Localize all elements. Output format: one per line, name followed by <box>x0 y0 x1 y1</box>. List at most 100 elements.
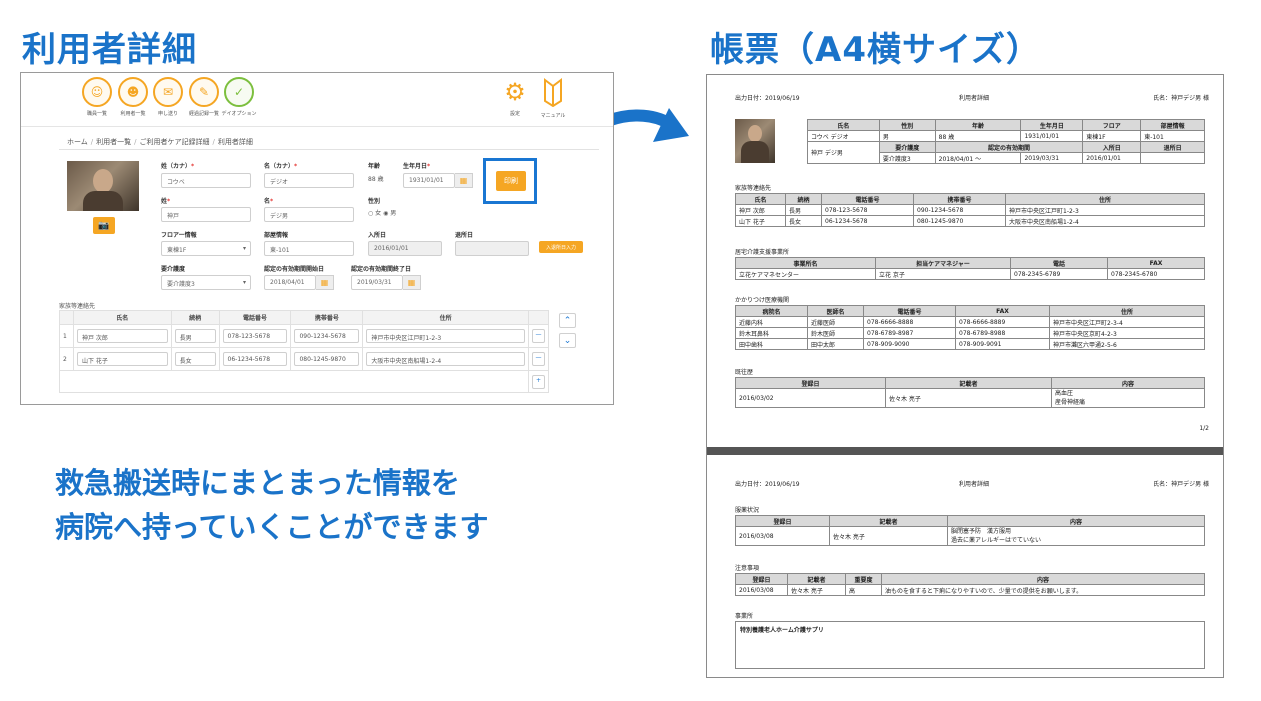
table-header: 氏名 性別 年齢 生年月日 フロア 部屋情報 <box>807 119 1205 131</box>
room-label: 部屋情報 <box>264 232 289 239</box>
office-box: 特別養護老人ホーム介護サプリ <box>735 621 1205 669</box>
header-cell: 記載者 <box>885 377 1052 389</box>
cell: 078-6666-8889 <box>955 316 1050 328</box>
report-title: 利用者詳細 <box>959 481 990 488</box>
admit-discharge-button[interactable]: 入退所日入力 <box>539 241 583 253</box>
floor-select[interactable]: 東棟1F ▾ <box>161 241 251 256</box>
move-down-button[interactable]: ⌄ <box>559 333 576 348</box>
mei-kana-input[interactable]: デジオ <box>264 173 354 188</box>
valid-end-input[interactable]: 2019/03/31 <box>351 275 403 290</box>
radio-female[interactable]: ○ <box>368 210 373 217</box>
admit-label: 入所日 <box>368 232 387 239</box>
admit-input: 2016/01/01 <box>368 241 442 256</box>
cell: 東-101 <box>1140 130 1205 142</box>
move-up-button[interactable]: ⌃ <box>559 313 576 328</box>
family-mobile-input[interactable]: 090-1234-5678 <box>294 329 360 343</box>
header-cell: 登録日 <box>735 377 886 389</box>
mei-input[interactable]: デジ男 <box>264 207 354 222</box>
table-row: 鈴木耳鼻科 鈴木医師 078-6789-8987 078-6789-8988 神… <box>735 327 1205 339</box>
row-number: 1 <box>59 324 74 348</box>
nav-label: 申し送り <box>157 111 178 117</box>
family-tel-input[interactable]: 078-123-5678 <box>222 329 288 343</box>
camera-icon: 📷 <box>98 220 110 231</box>
cell: 長男 <box>785 204 822 216</box>
camera-button[interactable]: 📷 <box>93 217 115 234</box>
cell: 078-6789-8987 <box>863 327 956 339</box>
sei-kana-input[interactable]: コウベ <box>161 173 251 188</box>
calendar-icon[interactable]: ▦ <box>316 275 334 290</box>
clinic-table: 病院名 医師名 電話番号 FAX 住所 近藤内科 近藤医師 078-6666-8… <box>735 305 1205 350</box>
nav-handover[interactable]: ✉ 申し送り <box>148 77 188 117</box>
header-cell: 部屋情報 <box>1140 119 1205 131</box>
clinic-label: かかりつけ医療機関 <box>735 297 790 304</box>
cell: 油ものを食すると下痢になりやすいので、少量での提供をお願いします。 <box>881 584 1205 596</box>
family-section-label: 家族等連絡先 <box>59 303 96 310</box>
radio-male[interactable]: ◉ <box>383 210 388 217</box>
valid-start-label: 認定の有効期間開始日 <box>264 266 325 273</box>
nav-day-option[interactable]: ✓ デイオプション <box>219 77 259 117</box>
header-cell: FAX <box>955 305 1050 317</box>
care-office-table: 事業所名 担当ケアマネジャー 電話 FAX 立花ケアマネセンター 立花 京子 0… <box>735 257 1205 280</box>
breadcrumb-user-list[interactable]: 利用者一覧 <box>96 138 131 146</box>
family-relation-input[interactable]: 長女 <box>174 352 216 366</box>
record-icon: ✎ <box>189 77 219 107</box>
header-cell: 重要度 <box>845 573 882 585</box>
valid-start-input[interactable]: 2018/04/01 <box>264 275 316 290</box>
family-mobile-input[interactable]: 080-1245-9870 <box>294 352 360 366</box>
nav-settings[interactable]: ⚙ 設定 <box>495 77 535 117</box>
cell: 080-1245-9870 <box>913 215 1006 227</box>
patient-name: 氏名：神戸デジ男 様 <box>1153 95 1209 102</box>
cell: 078-6666-8888 <box>863 316 956 328</box>
family-tel-input[interactable]: 06-1234-5678 <box>222 352 288 366</box>
history-content-2: 産骨神経痛 <box>1055 399 1086 406</box>
col-address: 住所 <box>362 310 529 325</box>
female-label: 女 <box>375 210 382 217</box>
header-cell: 認定の有効期間 <box>934 141 1084 153</box>
remove-row-button[interactable]: — <box>531 352 545 366</box>
table-row: 2 山下 花子 長女 06-1234-5678 080-1245-9870 大阪… <box>59 347 550 371</box>
nav-records[interactable]: ✎ 経過記録一覧 <box>184 77 224 117</box>
table-row: 神戸 次郎 長男 078-123-5678 090-1234-5678 神戸市中… <box>735 204 1205 216</box>
header-cell: 病院名 <box>735 305 808 317</box>
header-cell: フロア <box>1082 119 1142 131</box>
table-header: 事業所名 担当ケアマネジャー 電話 FAX <box>735 257 1205 269</box>
breadcrumb-care-record[interactable]: ご利用者ケア記録詳細 <box>140 138 210 146</box>
cell: 脳閉塞予防 漢方服用 過去に薬アレルギーはでていない <box>947 526 1205 546</box>
cell: 大阪市中央区南船場1-2-4 <box>1005 215 1205 227</box>
print-button[interactable]: 印刷 <box>496 171 526 191</box>
family-address-input[interactable]: 神戸市中央区江戸町1-2-3 <box>366 329 525 343</box>
family-address-input[interactable]: 大阪市中央区南船場1-2-4 <box>366 352 525 366</box>
cell: 2016/01/01 <box>1082 152 1142 164</box>
col-mobile: 携帯番号 <box>290 310 364 325</box>
cell: 神戸市中央区江戸町1-2-3 <box>1005 204 1205 216</box>
table-row: 2016/03/02 佐々木 亮子 高血圧 産骨神経痛 <box>735 388 1205 408</box>
birth-input[interactable]: 1931/01/01 <box>403 173 455 188</box>
age-label: 年齢 <box>368 163 381 170</box>
family-relation-input[interactable]: 長男 <box>174 329 216 343</box>
room-input[interactable]: 東-101 <box>264 241 354 256</box>
nav-user-list[interactable]: ☻ 利用者一覧 <box>113 77 153 117</box>
cell: 男 <box>878 130 936 142</box>
cell: 立花ケアマネセンター <box>735 268 876 280</box>
cell: 078-909-9090 <box>863 338 956 350</box>
calendar-icon[interactable]: ▦ <box>455 173 473 188</box>
table-header: 氏名 続柄 電話番号 携帯番号 住所 <box>735 193 1205 205</box>
cell: 鈴木医師 <box>807 327 864 339</box>
breadcrumb-home[interactable]: ホーム <box>67 138 88 146</box>
sei-input[interactable]: 神戸 <box>161 207 251 222</box>
table-row: コウベ デジオ 男 88 歳 1931/01/01 東棟1F 東-101 <box>807 130 1205 142</box>
family-name-input[interactable]: 山下 花子 <box>76 352 168 366</box>
family-name-input[interactable]: 神戸 次郎 <box>76 329 168 343</box>
calendar-icon[interactable]: ▦ <box>403 275 421 290</box>
cell: 078-2345-6780 <box>1107 268 1205 280</box>
nav-manual[interactable]: マニュアル <box>533 77 573 119</box>
care-select[interactable]: 要介護度3 ▾ <box>161 275 251 290</box>
user-icon: ☻ <box>118 77 148 107</box>
remove-row-button[interactable]: — <box>531 329 545 343</box>
header-cell: 要介護度 <box>878 141 936 153</box>
gender-radio-group: ○ 女 ◉ 男 <box>368 208 396 217</box>
add-row-button[interactable]: + <box>531 374 545 389</box>
header-cell: 電話番号 <box>863 305 956 317</box>
discharge-label: 退所日 <box>455 232 474 239</box>
nav-staff-list[interactable]: ☺ 職員一覧 <box>77 77 117 117</box>
